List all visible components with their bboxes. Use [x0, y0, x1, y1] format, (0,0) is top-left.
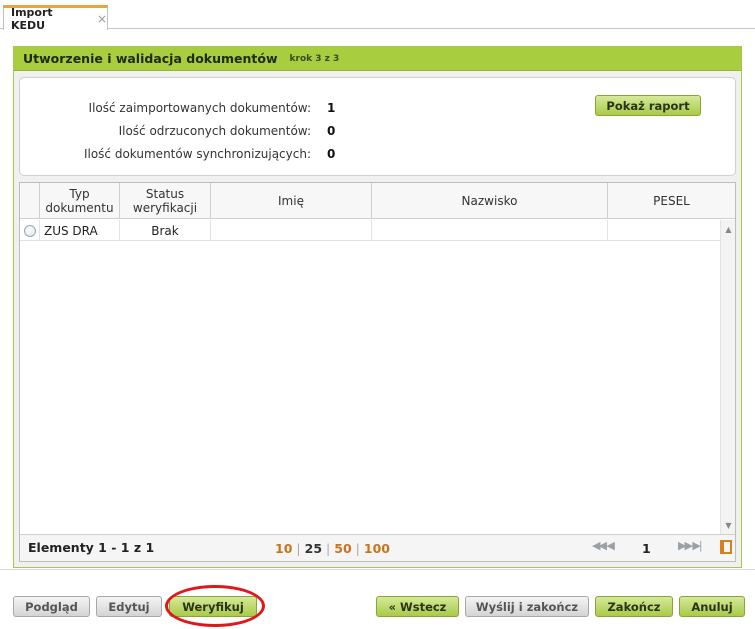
- current-page: 1: [642, 541, 651, 556]
- edit-button[interactable]: Edytuj: [96, 596, 162, 617]
- footer-divider: [0, 569, 755, 570]
- summary-row-imported: Ilość zaimportowanych dokumentów: 1: [20, 100, 336, 116]
- cell-typ: ZUS DRA: [40, 220, 120, 241]
- close-icon[interactable]: ×: [97, 13, 107, 25]
- cancel-button[interactable]: Anuluj: [679, 596, 745, 617]
- send-finish-button[interactable]: Wyślij i zakończ: [465, 596, 589, 617]
- export-icon[interactable]: [720, 540, 732, 554]
- next-last-page-icon[interactable]: ▶▶ ▶|: [678, 539, 703, 552]
- column-header-typ[interactable]: Typ dokumentu: [40, 183, 120, 219]
- summary-row-sync: Ilość dokumentów synchronizujących: 0: [20, 146, 335, 162]
- step-indicator: krok 3 z 3: [289, 53, 340, 64]
- summary-label: Ilość odrzuconych dokumentów:: [118, 124, 311, 138]
- row-radio[interactable]: [23, 224, 36, 237]
- row-select-cell[interactable]: [20, 220, 40, 241]
- panel-header: Utworzenie i walidacja dokumentów krok 3…: [14, 47, 741, 71]
- column-header-pesel[interactable]: PESEL: [608, 183, 735, 219]
- vertical-scrollbar[interactable]: ▲ ▼: [720, 220, 735, 534]
- summary-value: 0: [327, 147, 336, 161]
- highlight-ring: [165, 585, 265, 627]
- scroll-down-icon[interactable]: ▼: [721, 518, 736, 532]
- summary-label: Ilość zaimportowanych dokumentów:: [88, 101, 311, 115]
- header-select: [20, 183, 40, 219]
- column-header-status[interactable]: Status weryfikacji: [120, 183, 211, 219]
- preview-button[interactable]: Podgląd: [13, 596, 90, 617]
- summary-row-rejected: Ilość odrzuconych dokumentów: 0: [20, 123, 336, 139]
- tab-strip: Import KEDU ×: [0, 0, 755, 32]
- scroll-up-icon[interactable]: ▲: [721, 222, 736, 236]
- page-size-25[interactable]: 25: [305, 541, 322, 556]
- documents-grid: Typ dokumentu Status weryfikacji Imię Na…: [19, 182, 736, 562]
- summary-value: 1: [327, 101, 336, 115]
- page-size-50[interactable]: 50: [334, 541, 351, 556]
- show-report-button[interactable]: Pokaż raport: [595, 95, 701, 116]
- column-header-imie[interactable]: Imię: [211, 183, 372, 219]
- page-size-100[interactable]: 100: [364, 541, 390, 556]
- table-row[interactable]: ZUS DRA Brak: [20, 220, 720, 241]
- panel-title: Utworzenie i walidacja dokumentów: [23, 51, 278, 66]
- summary-label: Ilość dokumentów synchronizujących:: [83, 147, 311, 161]
- back-button[interactable]: « Wstecz: [376, 596, 459, 617]
- column-header-nazwisko[interactable]: Nazwisko: [372, 183, 608, 219]
- tab-import-kedu[interactable]: Import KEDU ×: [3, 5, 108, 32]
- wizard-panel: Utworzenie i walidacja dokumentów krok 3…: [13, 46, 742, 568]
- cell-nazwisko: [372, 220, 608, 241]
- page-size-10[interactable]: 10: [275, 541, 292, 556]
- finish-button[interactable]: Zakończ: [595, 596, 673, 617]
- elements-count: Elementy 1 - 1 z 1: [28, 540, 155, 555]
- summary-value: 0: [327, 124, 336, 138]
- cell-status: Brak: [120, 220, 211, 241]
- cell-imie: [211, 220, 372, 241]
- grid-pager: Elementy 1 - 1 z 1 10 | 25 | 50 | 100 ◀◀ ◀ 1 ▶…: [20, 534, 735, 561]
- import-summary: Ilość zaimportowanych dokumentów: 1 Iloś…: [19, 77, 736, 176]
- first-prev-page-icon[interactable]: ◀◀ ◀: [592, 539, 615, 552]
- grid-header: Typ dokumentu Status weryfikacji Imię Na…: [20, 183, 735, 219]
- page-size-selector: 10 | 25 | 50 | 100: [275, 541, 390, 556]
- cell-pesel: [608, 220, 720, 241]
- tab-label: Import KEDU: [11, 6, 53, 32]
